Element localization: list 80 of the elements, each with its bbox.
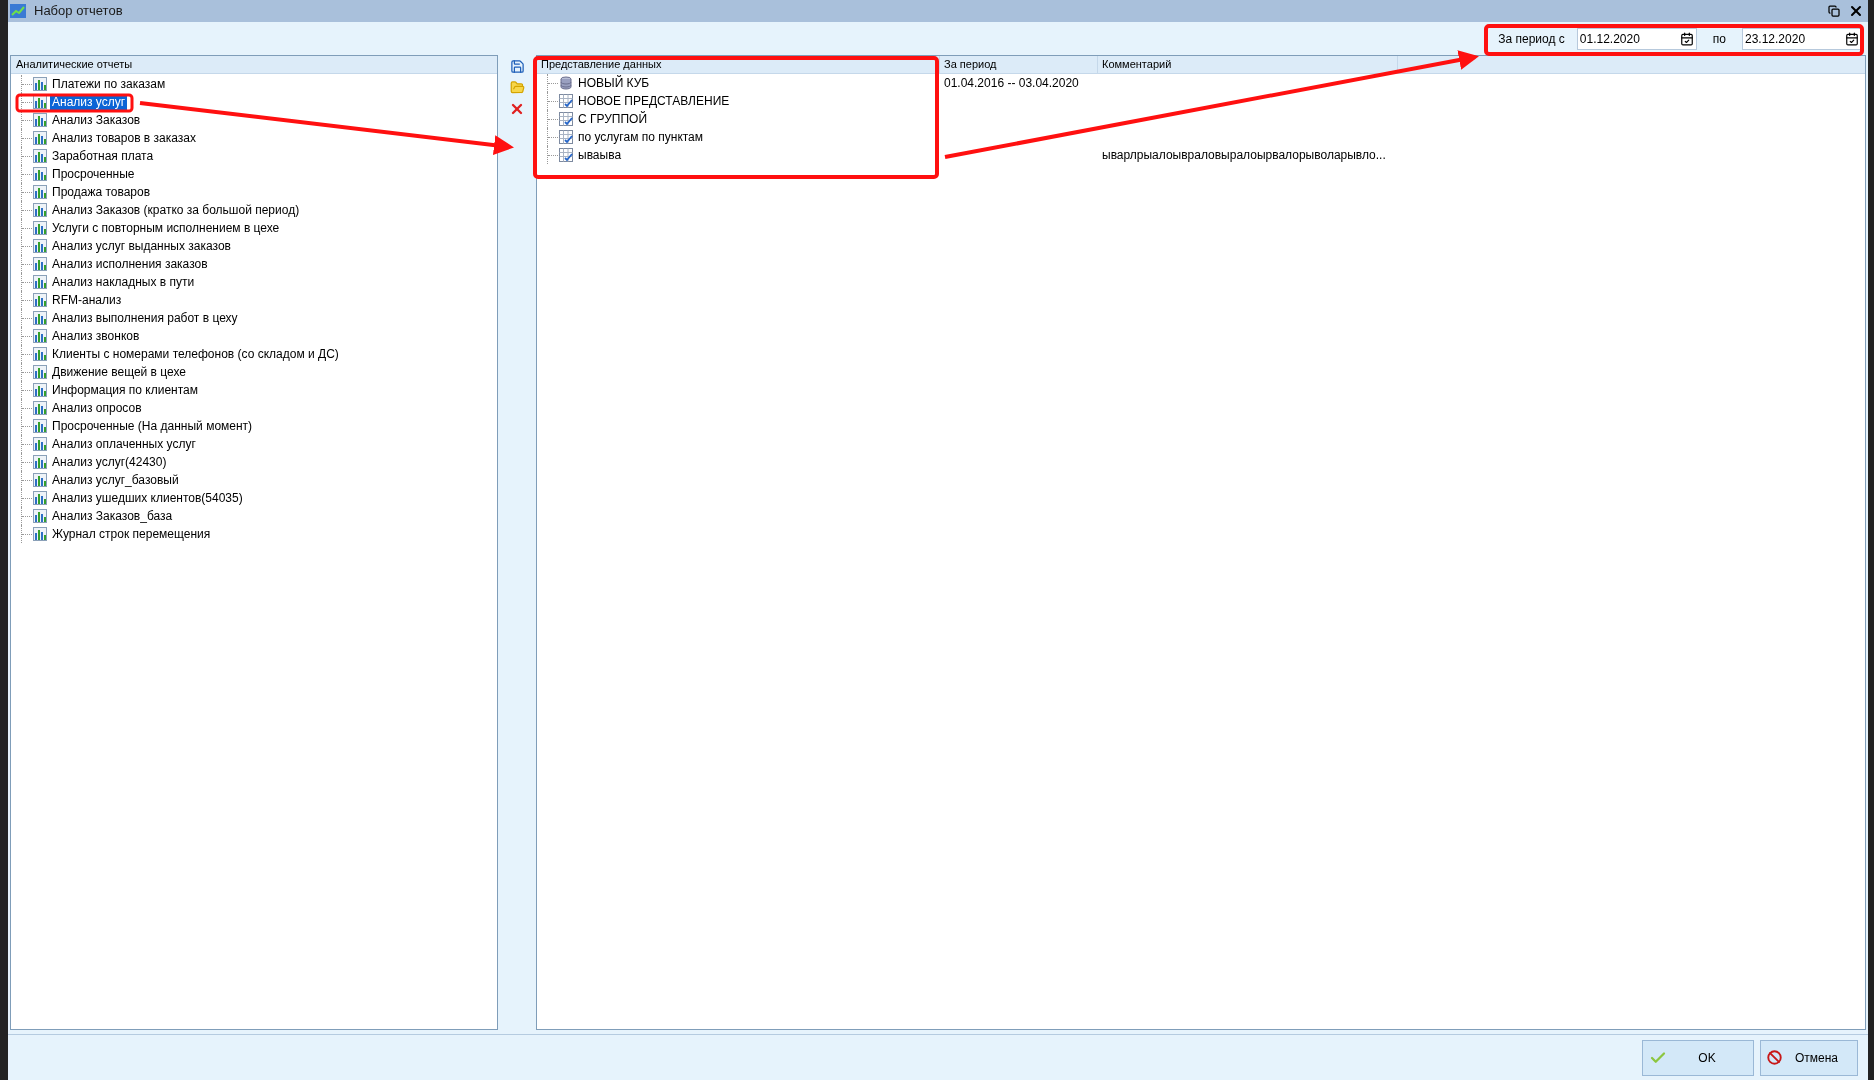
tree-item[interactable]: Журнал строк перемещения <box>50 526 213 542</box>
tree-item[interactable]: Анализ ушедших клиентов(54035) <box>50 490 245 506</box>
table-cell: 01.04.2016 -- 03.04.2020 <box>944 76 1079 90</box>
bar-chart-icon <box>33 203 47 217</box>
tree-item[interactable]: Анализ Заказов <box>50 112 143 128</box>
close-icon[interactable] <box>1848 3 1864 19</box>
restore-icon[interactable] <box>1828 5 1840 17</box>
tree-item[interactable]: Анализ услуг выданных заказов <box>50 238 233 254</box>
bar-chart-icon <box>33 437 47 451</box>
bar-chart-icon <box>33 347 47 361</box>
tree-item[interactable]: Услуги с повторным исполнением в цехе <box>50 220 282 236</box>
tree-item[interactable]: Продажа товаров <box>50 184 153 200</box>
bar-chart-icon <box>33 509 47 523</box>
tree-item[interactable]: НОВОЕ ПРЕДСТАВЛЕНИЕ <box>578 92 730 110</box>
tree-item[interactable]: Анализ исполнения заказов <box>50 256 210 272</box>
date-field[interactable]: 01.12.2020 <box>1576 27 1697 50</box>
bar-chart-icon <box>33 293 47 307</box>
calendar-icon[interactable] <box>1845 31 1859 46</box>
bar-chart-icon <box>33 221 47 235</box>
column-header[interactable]: Комментарий <box>1098 56 1398 73</box>
tree-item[interactable]: Просроченные (На данный момент) <box>50 418 255 434</box>
bar-chart-icon <box>33 491 47 505</box>
tree-item[interactable]: Анализ товаров в заказах <box>50 130 198 146</box>
tree-item[interactable]: по услугам по пунктам <box>578 128 704 146</box>
bar-chart-icon <box>33 275 47 289</box>
period-to-label: по <box>1711 30 1727 48</box>
bar-chart-icon <box>33 257 47 271</box>
column-header[interactable]: За период <box>940 56 1098 73</box>
column-header[interactable]: Представление данных <box>537 56 940 73</box>
bar-chart-icon <box>33 149 47 163</box>
tree-item[interactable]: Анализ услуг_базовый <box>50 472 181 488</box>
tree-item[interactable]: Клиенты с номерами телефонов (со складом и ДС) <box>50 346 341 362</box>
period-from-label: За период с <box>1497 30 1566 48</box>
database-icon <box>559 76 573 90</box>
window-title: Набор отчетов <box>34 2 123 21</box>
tree-item[interactable]: Платежи по заказам <box>50 76 168 92</box>
tree-item[interactable]: НОВЫЙ КУБ <box>578 74 650 92</box>
bar-chart-icon <box>33 131 47 145</box>
tree-item[interactable]: Анализ оплаченных услуг <box>50 436 198 452</box>
cancel-button[interactable]: Отмена <box>1760 1039 1858 1076</box>
bar-chart-icon <box>33 419 47 433</box>
bar-chart-icon <box>33 167 47 181</box>
tree-item[interactable]: Анализ опросов <box>50 400 144 416</box>
checked-grid-icon <box>559 148 573 162</box>
tree-item[interactable]: Анализ звонков <box>50 328 142 344</box>
checked-grid-icon <box>559 94 573 108</box>
tree-item[interactable]: ываыва <box>578 146 622 164</box>
checked-grid-icon <box>559 130 573 144</box>
tree-item[interactable]: Движение вещей в цехе <box>50 364 188 380</box>
tree-item[interactable]: Анализ Заказов_база <box>50 508 175 524</box>
column-header: Аналитические отчеты <box>11 56 497 74</box>
tree-item[interactable]: Анализ выполнения работ в цеху <box>50 310 240 326</box>
ok-button[interactable]: OK <box>1642 1039 1754 1076</box>
tree-item[interactable]: Заработная плата <box>50 148 156 164</box>
bar-chart-icon <box>33 401 47 415</box>
save-icon[interactable] <box>509 59 525 74</box>
calendar-icon[interactable] <box>1679 31 1694 46</box>
bar-chart-icon <box>33 383 47 397</box>
bar-chart-icon <box>33 311 47 325</box>
bar-chart-icon <box>33 113 47 127</box>
delete-icon[interactable] <box>509 101 525 117</box>
tree-item[interactable]: Анализ Заказов (кратко за большой период) <box>50 202 302 218</box>
tree-item[interactable]: Анализ услуг(42430) <box>50 454 169 470</box>
bar-chart-icon <box>33 365 47 379</box>
bar-chart-icon <box>33 473 47 487</box>
bar-chart-icon <box>33 329 47 343</box>
app-chart-icon <box>10 4 26 18</box>
bar-chart-icon <box>33 77 47 91</box>
bar-chart-icon <box>33 239 47 253</box>
tree-item[interactable]: С ГРУППОЙ <box>578 110 648 128</box>
prohibited-icon <box>1767 1050 1782 1065</box>
tree-item[interactable]: RFM-анализ <box>50 292 124 308</box>
tree-item[interactable]: Информация по клиентам <box>50 382 200 398</box>
bar-chart-icon <box>33 527 47 541</box>
bar-chart-icon <box>33 185 47 199</box>
bar-chart-icon <box>33 455 47 469</box>
checked-grid-icon <box>559 112 573 126</box>
table-cell: ыварлрыалоывраловыралоырвалорыволарывло... <box>1102 148 1386 162</box>
tree-item[interactable]: Анализ накладных в пути <box>50 274 197 290</box>
tree-item[interactable]: Просроченные <box>50 166 137 182</box>
